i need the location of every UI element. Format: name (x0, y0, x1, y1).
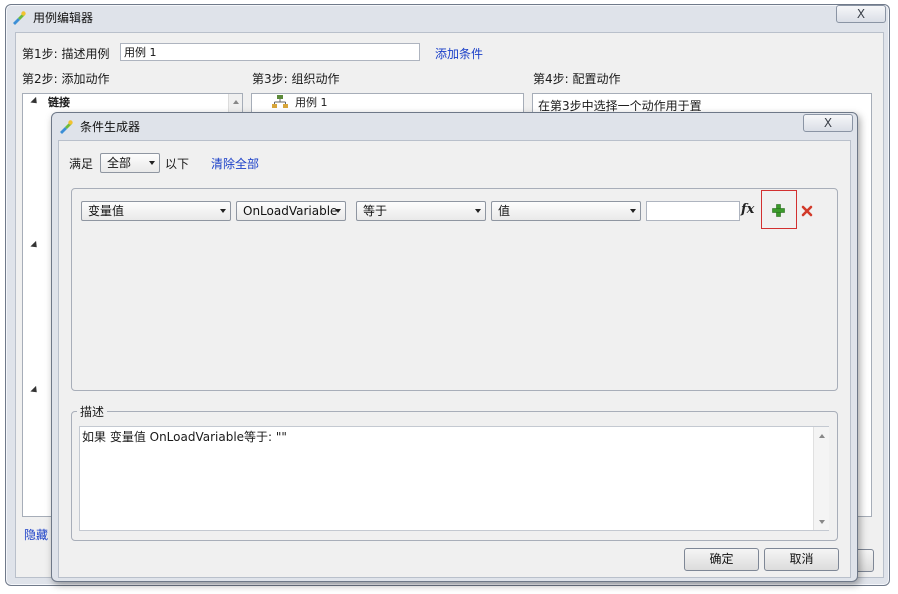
close-icon: X (823, 116, 833, 130)
scroll-up-icon[interactable] (233, 100, 239, 104)
app-icon (13, 11, 26, 25)
ok-button[interactable]: 确定 (684, 548, 759, 571)
match-mode-value: 全部 (107, 156, 132, 170)
operator-select[interactable]: 等于 (356, 201, 486, 221)
condition-type-select[interactable]: 变量值 (81, 201, 231, 221)
close-icon: X (856, 7, 866, 21)
expand-category-icon[interactable] (30, 385, 40, 396)
below-label: 以下 (165, 157, 190, 171)
close-button[interactable]: X (836, 5, 886, 23)
case-node-icon (272, 95, 288, 108)
add-condition-link[interactable]: 添加条件 (435, 46, 483, 62)
case-node-label[interactable]: 用例 1 (295, 95, 328, 111)
description-text-area[interactable]: 如果 变量值 OnLoadVariable等于: "" (79, 426, 829, 531)
chevron-down-icon (630, 209, 636, 213)
tree-category-link[interactable]: 链接 (48, 95, 70, 111)
step4-label: 第4步: 配置动作 (533, 72, 621, 86)
step1-label: 第1步: 描述用例 (22, 47, 110, 61)
value-type-value: 值 (498, 204, 511, 218)
condition-type-value: 变量值 (88, 204, 125, 218)
step2-label: 第2步: 添加动作 (22, 72, 110, 86)
operator-value: 等于 (363, 204, 388, 218)
chevron-down-icon (475, 209, 481, 213)
satisfy-label: 满足 (69, 157, 94, 171)
case-name-input[interactable] (120, 43, 420, 61)
expand-category-icon[interactable] (30, 240, 40, 251)
description-label: 描述 (77, 404, 108, 420)
dialog-close-button[interactable]: X (803, 114, 853, 132)
condition-value-input[interactable] (646, 201, 740, 221)
value-type-select[interactable]: 值 (491, 201, 641, 221)
window-title: 用例编辑器 (33, 11, 94, 25)
add-condition-button[interactable] (761, 190, 797, 229)
chevron-down-icon (220, 209, 226, 213)
hide-link[interactable]: 隐藏 (24, 527, 48, 543)
description-scrollbar[interactable] (813, 427, 829, 530)
description-text: 如果 变量值 OnLoadVariable等于: "" (82, 430, 287, 444)
chevron-down-icon (149, 161, 155, 165)
delete-condition-icon[interactable] (801, 205, 813, 217)
scroll-up-icon[interactable] (819, 434, 825, 438)
chevron-down-icon (335, 209, 341, 213)
expand-link-icon[interactable] (30, 96, 40, 107)
plus-icon (772, 204, 785, 217)
cancel-button[interactable]: 取消 (764, 548, 839, 571)
step3-label: 第3步: 组织动作 (252, 72, 340, 86)
clear-all-link[interactable]: 清除全部 (211, 156, 259, 172)
dialog-icon (60, 120, 73, 134)
variable-value: OnLoadVariable (243, 204, 338, 218)
scroll-down-icon[interactable] (819, 520, 825, 524)
dialog-title: 条件生成器 (80, 120, 141, 134)
variable-select[interactable]: OnLoadVariable (236, 201, 346, 221)
match-mode-select[interactable]: 全部 (100, 153, 160, 173)
fx-icon[interactable]: fx (741, 202, 754, 217)
